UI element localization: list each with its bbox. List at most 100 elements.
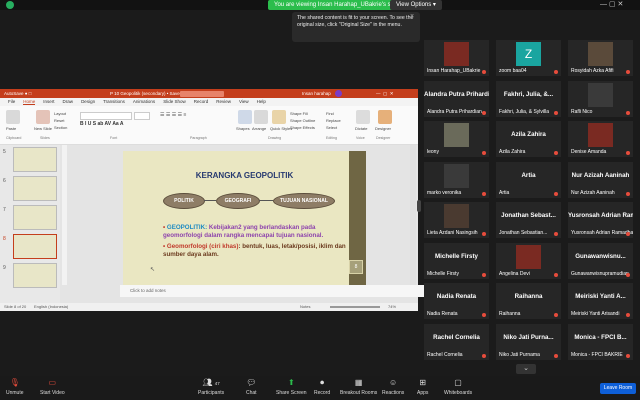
share-screen-button[interactable]: ⬆ Share Screen: [276, 378, 307, 396]
font-size-select[interactable]: [134, 112, 150, 120]
participant-tile[interactable]: Meiriski Yanti A... Meiriski Yanti Arisan…: [568, 283, 633, 319]
record-button[interactable]: ⏺ Record: [314, 378, 330, 396]
participant-tile[interactable]: Rosyidah Azka Afifi: [568, 40, 633, 76]
slide-thumbnail[interactable]: [13, 205, 57, 230]
font-name-select[interactable]: [80, 112, 132, 120]
participant-tile[interactable]: Rafli Nico: [568, 80, 633, 117]
microphone-icon[interactable]: [356, 110, 370, 124]
slide-thumbnail[interactable]: [13, 147, 57, 172]
font-format-buttons[interactable]: B I U S ab AV Aa A: [80, 121, 124, 127]
menu-review[interactable]: Review: [216, 99, 231, 104]
participant-display-name: Alandra Putra Prihardian...: [424, 90, 489, 98]
participants-label: Participants: [198, 390, 225, 396]
group-slides: Slides: [40, 136, 50, 140]
replace-button[interactable]: Replace: [326, 118, 341, 123]
participant-display-name: Jonathan Sebast...: [501, 212, 556, 219]
shape-fill-button[interactable]: Shape Fill: [290, 111, 308, 116]
section-button[interactable]: Section: [54, 125, 67, 130]
ruler: [62, 145, 67, 285]
arrange-icon[interactable]: [254, 110, 268, 124]
participant-display-name: Nadia Renata: [436, 293, 477, 300]
new-slide-icon[interactable]: [36, 110, 50, 124]
participant-tile[interactable]: Nadia Renata Nadia Renata: [424, 283, 489, 319]
menu-transitions[interactable]: Transitions: [103, 99, 125, 104]
chevron-down-icon[interactable]: ⌄: [516, 364, 536, 374]
autosave-label[interactable]: AutoSave ● □: [4, 89, 31, 98]
menu-draw[interactable]: Draw: [63, 99, 74, 104]
reset-button[interactable]: Reset: [54, 118, 64, 123]
whiteboards-button[interactable]: ▢ Whiteboards: [444, 378, 472, 396]
quick-styles-icon[interactable]: [272, 110, 286, 124]
slide-thumbnail[interactable]: [13, 263, 57, 288]
participant-tile[interactable]: Artia Artia: [496, 161, 561, 198]
arrange-label: Arrange: [252, 126, 267, 131]
participant-tile[interactable]: Rachel Cornelia Rachel Cornelia: [424, 323, 489, 360]
shape-effects-button[interactable]: Shape Effects: [290, 125, 315, 130]
participant-tile[interactable]: Niko Jati Purna... Niko Jati Purnama: [496, 323, 561, 360]
shapes-icon[interactable]: [238, 110, 252, 124]
participant-tile[interactable]: marko veronika: [424, 161, 489, 198]
participant-display-name: Nur Azizah Aaninah: [571, 171, 630, 179]
participant-tile[interactable]: Insan Harahap_UBakrie: [424, 40, 489, 76]
menu-slideshow[interactable]: Slide Show: [163, 99, 186, 104]
participant-video: [444, 163, 469, 188]
participant-tile[interactable]: Lieta Azdani Nasingsih: [424, 202, 489, 238]
participant-tile[interactable]: Michelle Firsty Michelle Firsty: [424, 242, 489, 279]
slide-thumbnail-selected[interactable]: [13, 234, 57, 259]
participant-tile[interactable]: Fakhri, Julia, &... Fakhri, Julia, & Sylv…: [496, 80, 561, 117]
select-button[interactable]: Select: [326, 125, 337, 130]
participants-button[interactable]: 👥︎ 47 Participants: [198, 378, 224, 396]
menu-help[interactable]: Help: [257, 99, 266, 104]
arrow-connector: [259, 200, 273, 201]
paragraph-buttons[interactable]: ☰ ☰ ☰ ☰ ≡: [160, 112, 186, 118]
participant-tile[interactable]: Zzoom baa04: [496, 40, 561, 76]
participant-tile[interactable]: Angelina Devi: [496, 242, 561, 279]
menu-file[interactable]: File: [8, 99, 15, 104]
notes-toggle[interactable]: Notes: [300, 303, 310, 311]
menu-insert[interactable]: Insert: [43, 99, 54, 104]
participant-tile[interactable]: Yusronsah Adrian Rama... Yusronsah Adrian…: [568, 202, 633, 238]
shape-outline-button[interactable]: Shape Outline: [290, 118, 315, 123]
participant-tile[interactable]: Gunawanwisnu... Gunawanwisnupramudian: [568, 242, 633, 279]
gallery-resize-handle[interactable]: [417, 200, 421, 212]
menu-home[interactable]: Home: [23, 99, 36, 105]
menu-view[interactable]: View: [239, 99, 249, 104]
group-drawing: Drawing: [268, 136, 282, 140]
participant-tile[interactable]: Monica - FPCI B... Monica - FPCI BAKRIE: [568, 323, 633, 360]
slide-thumbnail[interactable]: [13, 176, 57, 201]
participant-tile[interactable]: Azila Zahira Azila Zahira: [496, 121, 561, 157]
participant-tile[interactable]: Nur Azizah Aaninah Nur Azizah Aaninah: [568, 161, 633, 198]
participant-tile[interactable]: Jonathan Sebast... Jonathan Sebastian...: [496, 202, 561, 238]
participant-tile[interactable]: Alandra Putra Prihardian... Alandra Putra…: [424, 80, 489, 117]
close-icon[interactable]: ×: [410, 13, 414, 20]
chat-button[interactable]: 💬︎ Chat: [246, 378, 257, 396]
start-video-button[interactable]: ▭ Start Video: [40, 378, 65, 396]
unmute-button[interactable]: 🎙︎ Unmute: [6, 378, 24, 396]
search-box[interactable]: [180, 90, 224, 97]
window-controls[interactable]: — ▢ ✕: [600, 0, 623, 10]
menu-animations[interactable]: Animations: [133, 99, 155, 104]
participant-tile[interactable]: leony: [424, 121, 489, 157]
thumb-number: 8: [3, 236, 6, 242]
find-button[interactable]: Find: [326, 111, 334, 116]
leave-room-button[interactable]: Leave Room: [600, 383, 636, 394]
reactions-button[interactable]: ☺ Reactions: [382, 378, 404, 396]
zoom-level[interactable]: 74%: [388, 303, 396, 311]
designer-icon[interactable]: [378, 110, 392, 124]
breakout-rooms-button[interactable]: ▦ Breakout Rooms: [340, 378, 377, 396]
ppt-window-controls[interactable]: — ▢ ✕: [376, 89, 394, 98]
paste-icon[interactable]: [6, 110, 20, 124]
participant-tile[interactable]: Raihanna Raihanna: [496, 283, 561, 319]
participant-video: [444, 42, 469, 66]
apps-button[interactable]: ⊞ Apps: [417, 378, 428, 396]
zoom-slider[interactable]: [330, 306, 380, 308]
shield-icon[interactable]: [6, 1, 14, 9]
menu-design[interactable]: Design: [81, 99, 95, 104]
menu-record[interactable]: Record: [194, 99, 209, 104]
avatar[interactable]: [335, 90, 342, 97]
view-options-button[interactable]: View Options ▾: [390, 0, 442, 10]
participant-tile[interactable]: Denise Amanda: [568, 121, 633, 157]
mouse-cursor-icon: ↖: [150, 267, 156, 273]
layout-button[interactable]: Layout: [54, 111, 66, 116]
scrollbar[interactable]: [410, 145, 416, 285]
